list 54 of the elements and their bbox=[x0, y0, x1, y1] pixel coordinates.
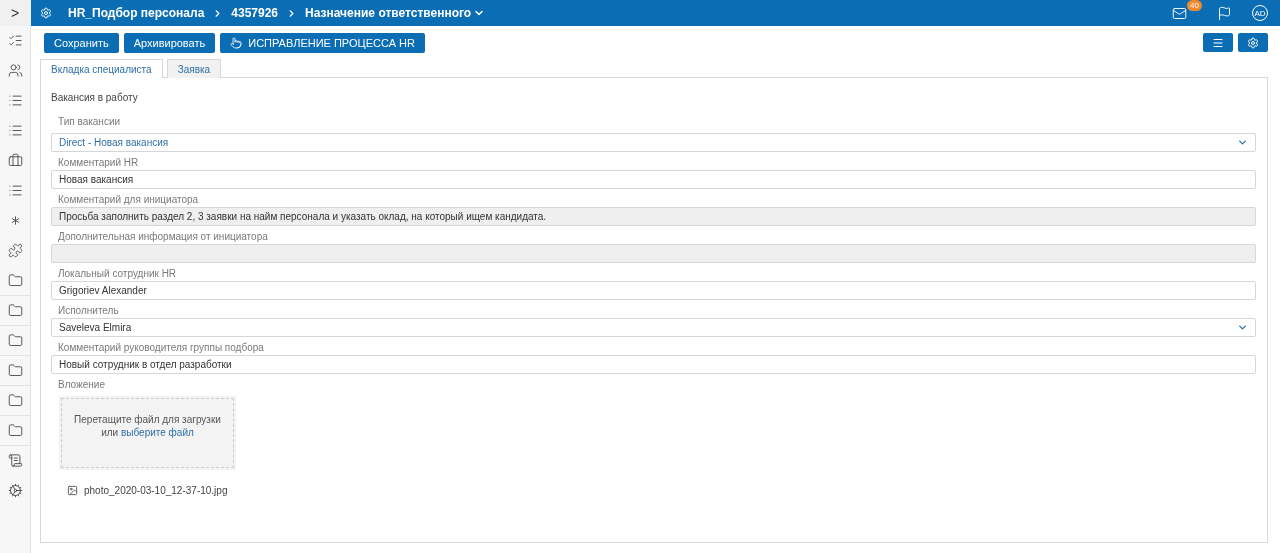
toolbar-button[interactable]: Архивировать bbox=[123, 33, 216, 53]
settings-icon[interactable] bbox=[40, 7, 52, 19]
input-field[interactable]: Grigoriev Alexander bbox=[51, 281, 1256, 300]
breadcrumb-link[interactable]: HR_Подбор персонала bbox=[68, 6, 205, 20]
toolbar-button[interactable]: ИСПРАВЛЕНИЕ ПРОЦЕССА HR bbox=[220, 33, 425, 53]
input-field[interactable]: Просьба заполнить раздел 2, 3 заявки на найм персонала и указать оклад, на который ищем кандидата. bbox=[51, 207, 1256, 226]
field-label: Исполнитель bbox=[57, 305, 120, 318]
folder-icon bbox=[7, 333, 23, 348]
breadcrumb-link[interactable]: Назначение ответственного bbox=[305, 6, 472, 20]
notification-count: 40 bbox=[1187, 0, 1202, 11]
image-file-icon bbox=[67, 485, 78, 496]
dropdown-field[interactable]: Saveleva Elmira bbox=[51, 318, 1256, 337]
people-icon bbox=[7, 63, 23, 78]
tab[interactable]: Вкладка специалиста bbox=[40, 59, 163, 78]
folder-icon bbox=[7, 363, 23, 378]
field-label: Локальный сотрудник HR bbox=[57, 268, 178, 281]
folder-icon bbox=[7, 303, 23, 318]
input-field[interactable] bbox=[51, 244, 1256, 263]
file-name[interactable]: photo_2020-03-10_12-37-10.jpg bbox=[84, 485, 228, 496]
toolbar-button[interactable]: Сохранить bbox=[44, 33, 119, 53]
field-label: Комментарий для инициатора bbox=[57, 194, 200, 207]
caret-icon bbox=[1237, 137, 1248, 148]
briefcase-icon bbox=[7, 153, 23, 168]
drop-hint: Перетащите файл для загрузки или выберите файл bbox=[74, 413, 221, 439]
tab[interactable]: Заявка bbox=[166, 59, 222, 78]
field-label: Комментарий HR bbox=[57, 157, 140, 170]
file-drop-zone[interactable]: Перетащите файл для загрузки или выберите файл bbox=[61, 398, 234, 468]
menu-button[interactable] bbox=[1203, 33, 1233, 52]
settings-icon bbox=[1247, 36, 1259, 49]
field-label: Вложение bbox=[57, 379, 106, 392]
checklist-icon bbox=[7, 33, 23, 48]
list-icon bbox=[7, 183, 23, 198]
sidebar-toggle-button[interactable]: > bbox=[0, 0, 31, 26]
folder-icon bbox=[7, 393, 23, 408]
breadcrumb-link[interactable]: 4357926 bbox=[231, 6, 279, 20]
field-label: Комментарий руководителя группы подбора bbox=[57, 342, 265, 355]
mail-button[interactable] bbox=[1172, 5, 1187, 21]
folder-icon bbox=[7, 423, 23, 438]
field-label: Дополнительная информация от инициатора bbox=[57, 231, 269, 244]
folder-icon bbox=[7, 273, 23, 288]
field-label: Тип вакансии bbox=[57, 116, 122, 129]
list-icon bbox=[7, 93, 23, 108]
section-title: Вакансия в работу bbox=[51, 92, 139, 103]
document-list-icon bbox=[7, 453, 23, 468]
menu-icon bbox=[1212, 36, 1224, 49]
list-icon bbox=[7, 123, 23, 138]
input-field[interactable]: Новый сотрудник в отдел разработки bbox=[51, 355, 1256, 374]
caret-icon bbox=[1237, 322, 1248, 333]
input-field[interactable]: Новая вакансия bbox=[51, 170, 1256, 189]
settings-button[interactable] bbox=[1238, 33, 1268, 52]
dropdown-field[interactable]: Direct - Новая вакансия bbox=[51, 133, 1256, 152]
hand-icon bbox=[230, 37, 243, 49]
choose-file-link[interactable]: выберите файл bbox=[120, 427, 194, 438]
puzzle-icon bbox=[7, 243, 23, 258]
